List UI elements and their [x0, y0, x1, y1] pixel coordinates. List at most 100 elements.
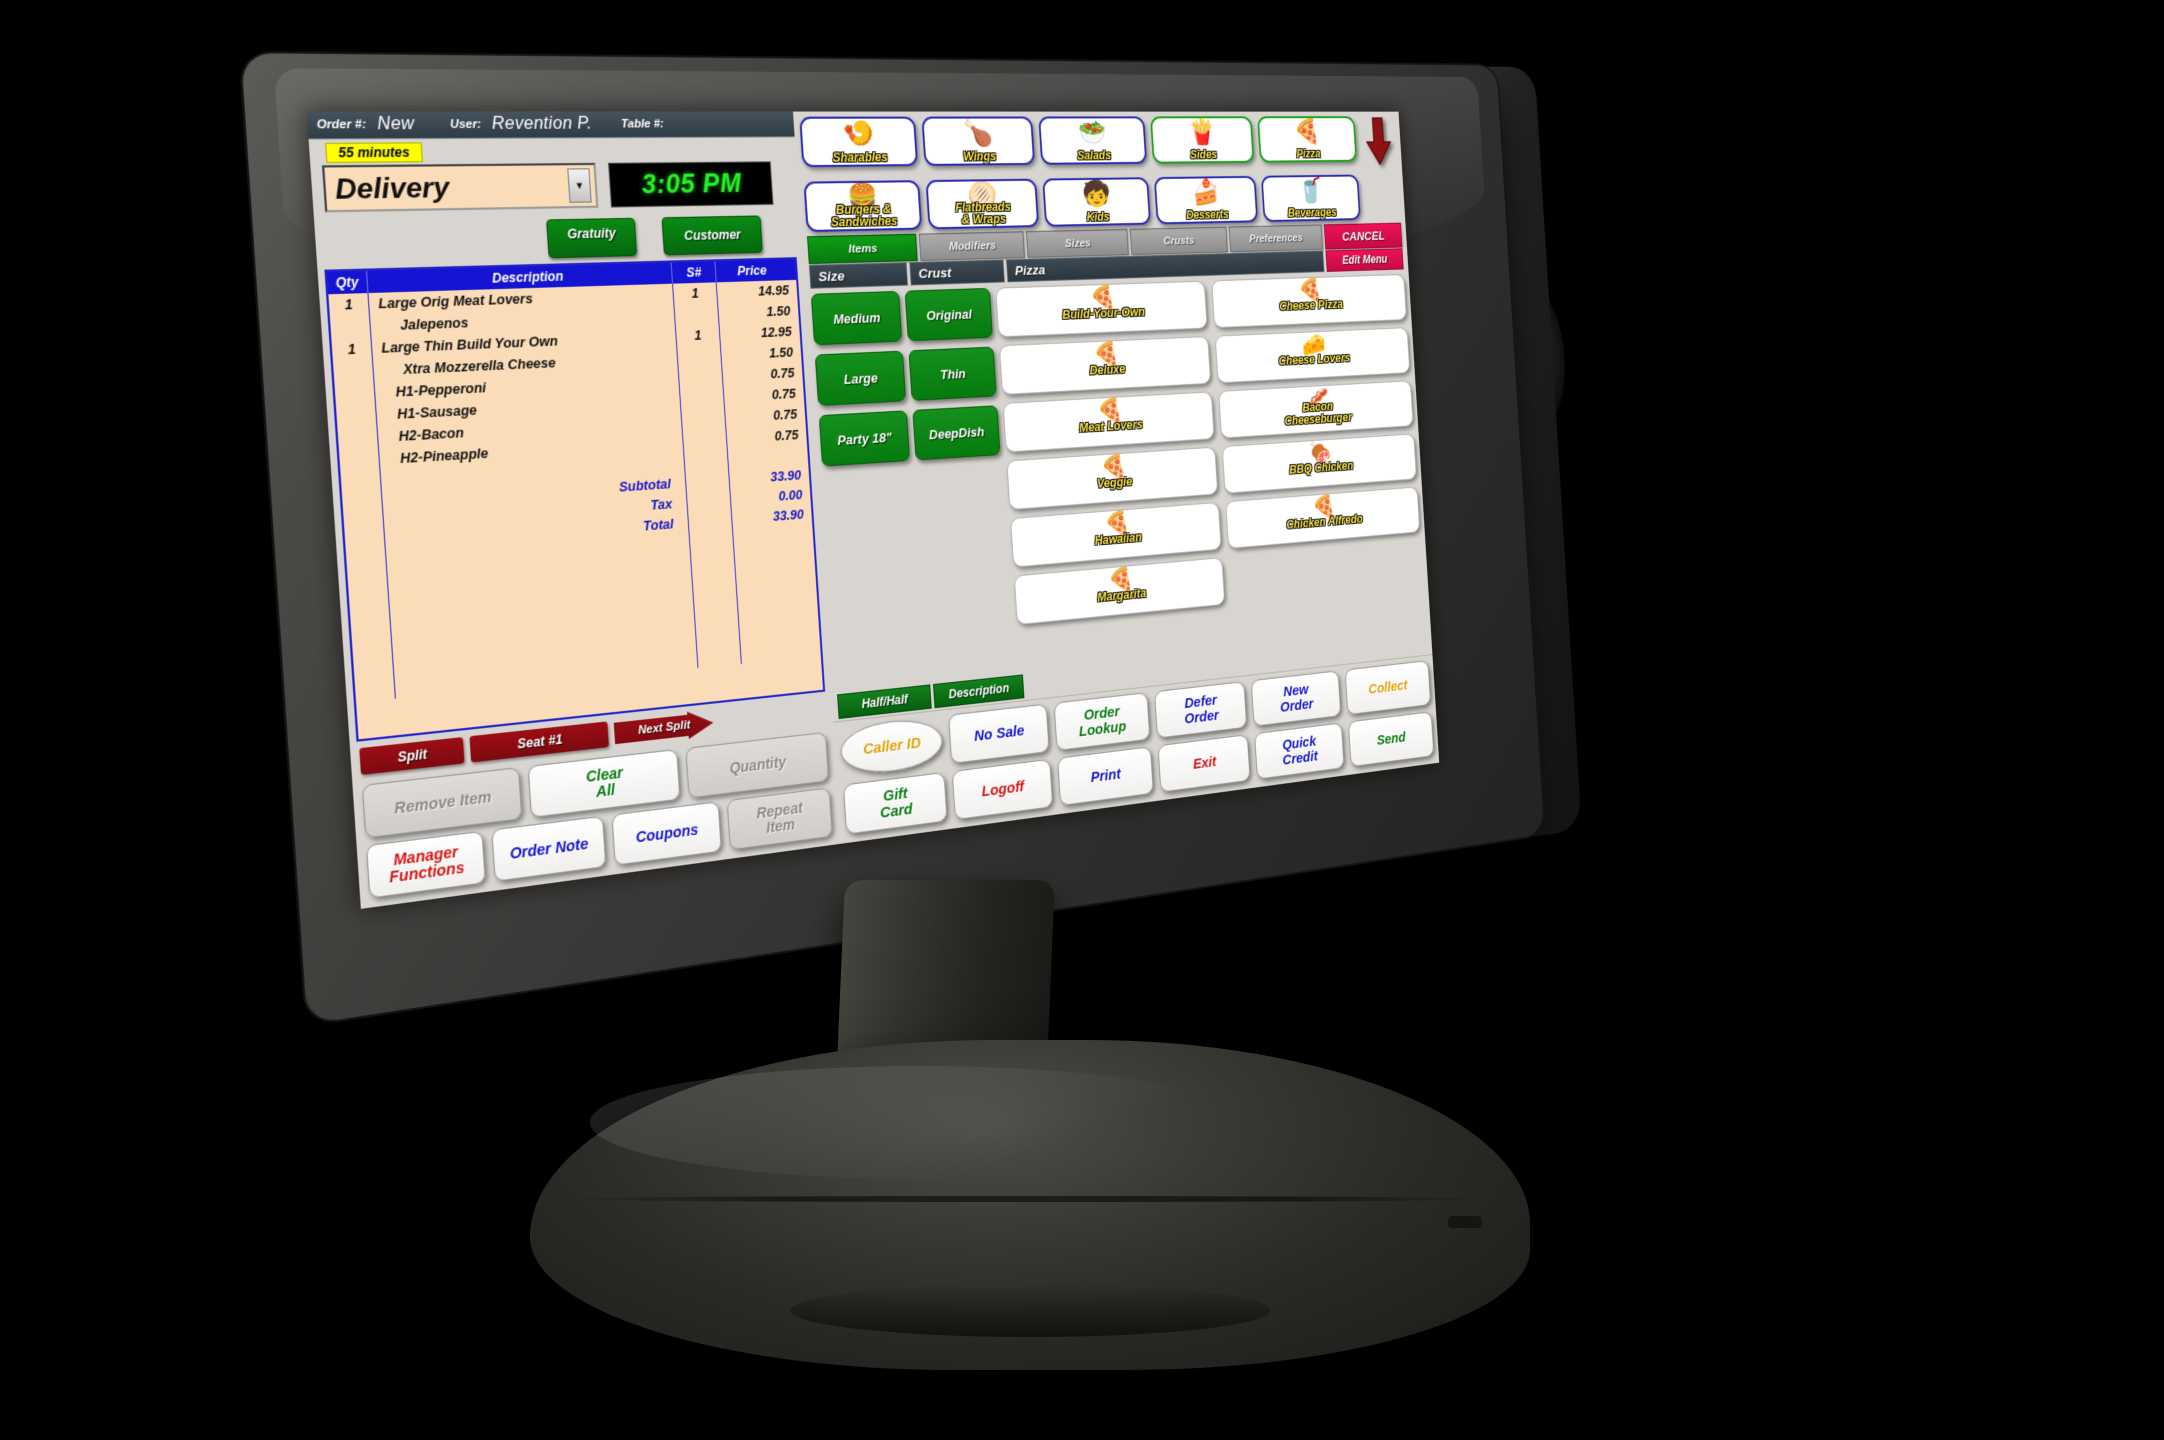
category-label: Beverages — [1287, 205, 1337, 220]
order-row-seat — [674, 303, 720, 326]
order-row-qty — [339, 448, 381, 474]
category-button-desserts[interactable]: 🍰 Desserts — [1153, 175, 1259, 225]
order-number-label: Order #: — [316, 118, 367, 132]
tab-preferences[interactable]: Preferences — [1228, 224, 1324, 253]
salad-bowl-icon: 🥗 — [1077, 117, 1108, 147]
size-button-medium[interactable]: Medium — [810, 290, 903, 346]
category-button-salads[interactable]: 🥗 Salads — [1038, 116, 1148, 165]
pizza-label: Hawaiian — [1094, 529, 1143, 548]
crust-button-deepdish[interactable]: DeepDish — [912, 405, 1001, 461]
category-label: Sides — [1189, 147, 1218, 162]
menu-item-area: Medium Large Party 18" Original Thin DeepDis… — [805, 269, 1431, 695]
function-button-new-order[interactable]: New Order — [1251, 670, 1341, 727]
function-button-clear-all[interactable]: Clear All — [527, 748, 681, 818]
function-button-repeat-item[interactable]: Repeat Item — [726, 787, 833, 851]
order-row-qty: 1 — [331, 337, 374, 362]
gratuity-button[interactable]: Gratuity — [546, 217, 638, 259]
function-button-order-note[interactable]: Order Note — [491, 815, 607, 882]
function-button-defer-order[interactable]: Defer Order — [1154, 681, 1248, 739]
pizza-button-meat-lovers[interactable]: 🍕 Meat Lovers — [1002, 391, 1215, 453]
pizza-button-deluxe[interactable]: 🍕 Deluxe — [998, 336, 1212, 396]
user-value: Revention P. — [491, 114, 593, 134]
tab-modifiers[interactable]: Modifiers — [918, 231, 1026, 261]
edit-menu-button[interactable]: Edit Menu — [1325, 248, 1404, 272]
tab-items[interactable]: Items — [807, 233, 918, 265]
category-button-sides[interactable]: 🍟 Sides — [1150, 116, 1255, 164]
pizza-column-left: 🍕 Build-Your-Own 🍕 Deluxe 🍕 Meat Lovers 🍕 Veggi… — [995, 280, 1228, 671]
stand-base-seam — [560, 1196, 1490, 1202]
pizza-label: Chicken Alfredo — [1286, 511, 1364, 532]
order-row-qty — [329, 315, 372, 340]
order-type-select[interactable]: Delivery ▼ — [321, 162, 599, 213]
pizza-button-build-your-own[interactable]: 🍕 Build-Your-Own — [995, 280, 1208, 338]
column-header-crust: Crust — [909, 259, 1005, 286]
chevron-down-icon[interactable]: ▼ — [567, 168, 592, 203]
order-grid-body[interactable]: 1 Large Orig Meat Lovers 1 14.95 Jalepenos 1.… — [328, 280, 823, 739]
stand-base-notch — [1448, 1216, 1482, 1228]
order-row-seat — [681, 407, 727, 432]
user-label: User: — [449, 118, 482, 132]
category-button-pizza[interactable]: 🍕 Pizza — [1257, 116, 1358, 163]
pizza-slice-icon: 🍕 — [1293, 117, 1321, 146]
pizza-button-empty — [1229, 540, 1424, 603]
pizza-label: Bacon Cheeseburger — [1284, 399, 1353, 428]
function-button-collect[interactable]: Collect — [1344, 660, 1431, 716]
size-column: Medium Large Party 18" — [810, 290, 925, 690]
category-button-kids[interactable]: 🧒 Kids — [1042, 177, 1151, 227]
function-button-manager-functions[interactable]: Manager Functions — [365, 830, 486, 899]
chicken-wings-icon: 🍗 — [962, 117, 995, 148]
size-button-party-18[interactable]: Party 18" — [818, 410, 910, 467]
category-label: Pizza — [1296, 147, 1321, 161]
category-label: Kids — [1086, 209, 1110, 224]
pizza-button-hawaiian[interactable]: 🍕 Hawaiian — [1010, 501, 1222, 568]
category-label: Sharables — [832, 150, 889, 165]
scroll-down-arrow[interactable] — [1360, 116, 1398, 170]
customer-button[interactable]: Customer — [661, 215, 763, 256]
pizza-button-margarita[interactable]: 🍕 Margarita — [1013, 557, 1226, 626]
function-button-exit[interactable]: Exit — [1157, 734, 1251, 793]
function-button-coupons[interactable]: Coupons — [611, 801, 722, 866]
beverage-cup-icon: 🥤 — [1296, 175, 1325, 205]
category-button-flatbreads-wraps[interactable]: 🫓 Flatbreads & Wraps — [925, 178, 1040, 230]
order-items-grid[interactable]: Qty Description S# Price 1 Large Orig Mea… — [324, 257, 826, 742]
monitor-stand-base — [530, 1040, 1530, 1370]
category-button-burgers-sandwiches[interactable]: 🍔 Burgers & Sandwiches — [803, 180, 923, 233]
order-type-row: Delivery ▼ 3:05 PM — [310, 161, 799, 217]
clock-display: 3:05 PM — [607, 161, 774, 208]
order-row-qty — [337, 426, 380, 452]
function-button-gift-card[interactable]: Gift Card — [842, 771, 948, 835]
pizza-button-bacon-cheeseburger[interactable]: 🥓 Bacon Cheeseburger — [1218, 380, 1414, 439]
function-button-quick-credit[interactable]: Quick Credit — [1254, 722, 1345, 780]
pizza-button-cheese-pizza[interactable]: 🍕 Cheese Pizza — [1211, 274, 1407, 329]
function-button-quantity[interactable]: Quantity — [684, 731, 830, 799]
function-button-logoff[interactable]: Logoff — [952, 758, 1053, 821]
order-pane: Order #: New User: Revention P. Table #:… — [306, 111, 841, 909]
pizza-button-bbq-chicken[interactable]: 🍖 BBQ Chicken — [1221, 433, 1417, 494]
pizza-button-chicken-alfredo[interactable]: 🍕 Chicken Alfredo — [1225, 486, 1421, 549]
category-label: Desserts — [1185, 207, 1229, 222]
order-row-seat — [678, 366, 724, 390]
function-button-caller-id[interactable]: Caller ID — [839, 715, 945, 778]
cancel-button[interactable]: CANCEL — [1323, 222, 1403, 250]
arrow-down-icon — [1364, 116, 1394, 170]
french-fries-icon: 🍟 — [1187, 117, 1217, 147]
crust-button-thin[interactable]: Thin — [908, 346, 997, 401]
menu-pane: 🍤 Sharables 🍗 Wings 🥗 Salads 🍟 Sides 🍕 Pizza 🍔 Burg… — [792, 111, 1440, 844]
category-button-sharables[interactable]: 🍤 Sharables — [799, 116, 919, 168]
tab-sizes[interactable]: Sizes — [1026, 228, 1129, 258]
tab-crusts[interactable]: Crusts — [1129, 226, 1228, 256]
order-row-qty — [334, 382, 377, 407]
function-button-send[interactable]: Send — [1347, 711, 1435, 768]
function-button-no-sale[interactable]: No Sale — [948, 703, 1050, 764]
crust-button-original[interactable]: Original — [904, 287, 993, 342]
function-button-print[interactable]: Print — [1056, 746, 1154, 807]
pizza-label: Cheese Lovers — [1278, 350, 1351, 368]
category-button-beverages[interactable]: 🥤 Beverages — [1260, 174, 1361, 223]
category-button-wings[interactable]: 🍗 Wings — [921, 116, 1036, 166]
pizza-button-cheese-lovers[interactable]: 🧀 Cheese Lovers — [1214, 327, 1411, 384]
function-button-order-lookup[interactable]: Order Lookup — [1053, 692, 1151, 752]
pizza-column-right: 🍕 Cheese Pizza 🧀 Cheese Lovers 🥓 Bacon Cheeseb… — [1211, 274, 1426, 648]
col-header-seat: S# — [671, 261, 717, 284]
size-button-large[interactable]: Large — [814, 350, 907, 406]
pizza-button-veggie[interactable]: 🍕 Veggie — [1006, 446, 1219, 511]
